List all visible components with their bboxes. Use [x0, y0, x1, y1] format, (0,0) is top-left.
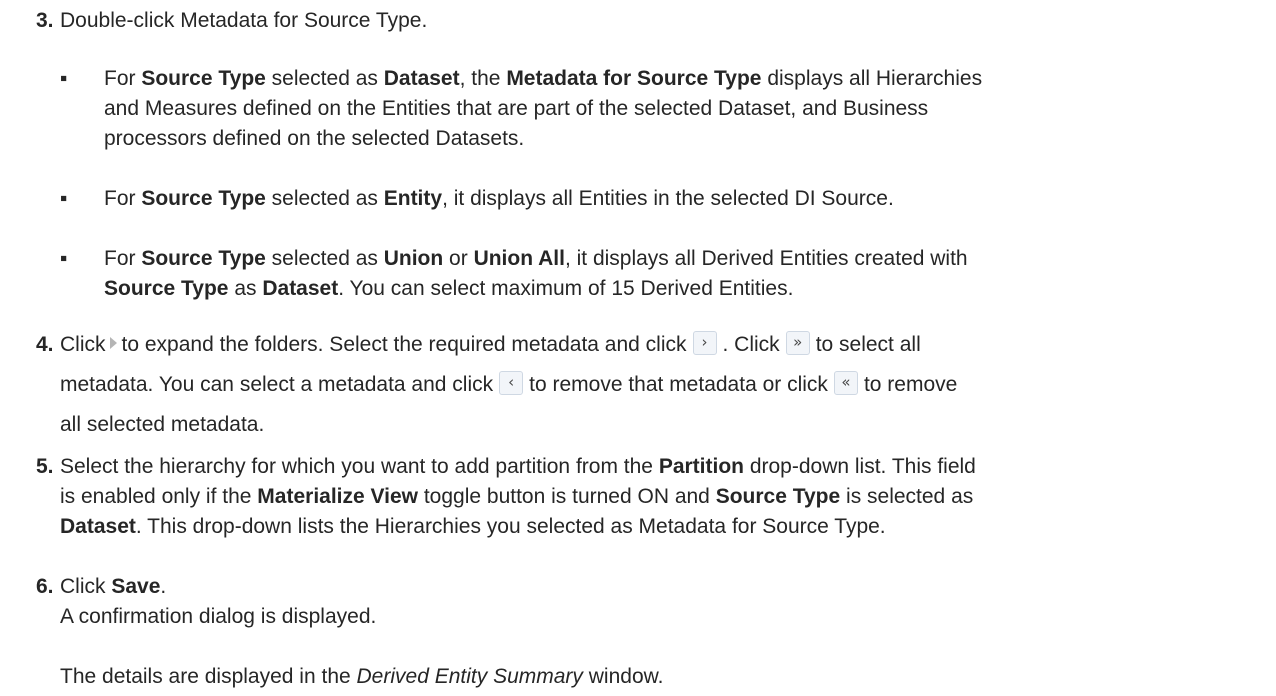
bullet-marker: ▪: [60, 67, 68, 90]
step-note-text: The details are displayed in the Derived…: [60, 665, 664, 688]
bullet-marker: ▪: [60, 247, 68, 270]
step-text: Click Save. A confirmation dialog is dis…: [60, 575, 377, 628]
expand-arrow-icon[interactable]: [109, 337, 117, 349]
step-text: Double-click Metadata for Source Type.: [60, 9, 428, 32]
select-all-button-icon[interactable]: »: [785, 331, 810, 355]
step-number: 4.: [36, 333, 54, 356]
bullet-text: For Source Type selected as Dataset, the…: [104, 67, 983, 150]
step-text: Click to expand the folders. Select the r…: [60, 331, 958, 436]
select-button-icon[interactable]: ›: [692, 331, 717, 355]
step-text: Select the hierarchy for which you want …: [60, 455, 976, 538]
remove-all-button-icon[interactable]: «: [833, 371, 858, 395]
step-number: 3.: [36, 9, 54, 32]
step-number: 5.: [36, 455, 54, 478]
document-page: 3. Double-click Metadata for Source Type…: [0, 0, 1276, 696]
bullet-text: For Source Type selected as Entity, it d…: [104, 187, 894, 210]
bullet-marker: ▪: [60, 187, 68, 210]
bullet-text: For Source Type selected as Union or Uni…: [104, 247, 968, 300]
step-number: 6.: [36, 575, 54, 598]
remove-button-icon[interactable]: ‹: [499, 371, 524, 395]
